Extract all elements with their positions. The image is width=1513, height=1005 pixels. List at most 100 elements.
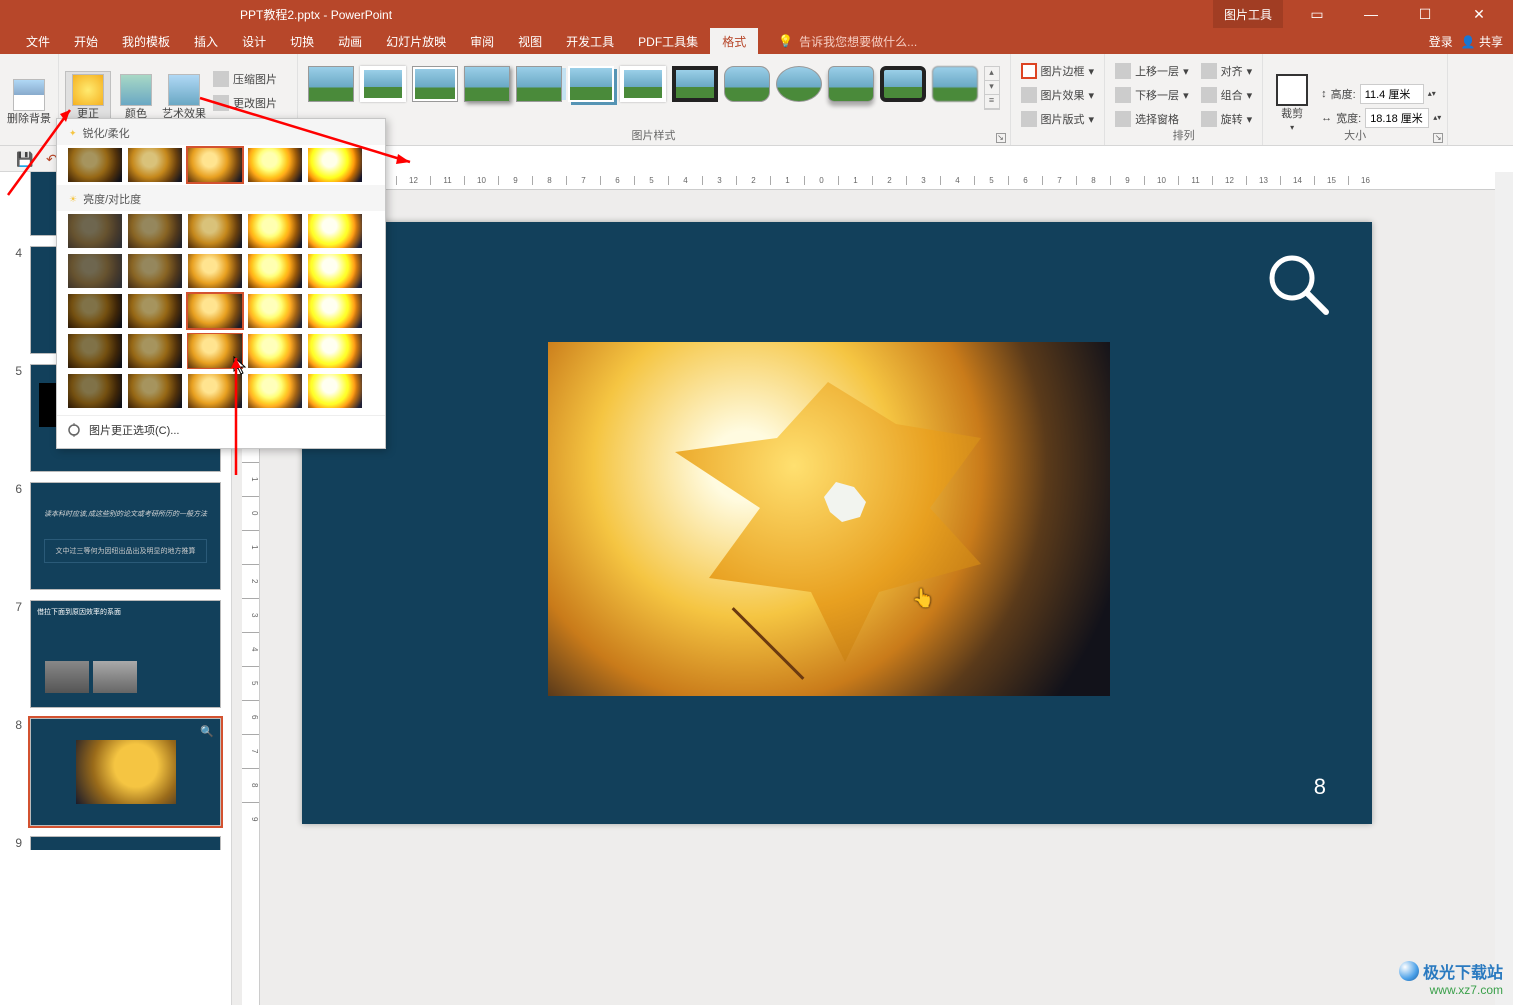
picture-style-thumb[interactable]: [568, 66, 614, 102]
group-button[interactable]: 组合 ▾: [1197, 84, 1257, 106]
send-backward-button[interactable]: 下移一层 ▾: [1111, 84, 1193, 106]
correction-preset[interactable]: [67, 293, 123, 329]
picture-corrections-options[interactable]: 图片更正选项(C)...: [57, 415, 385, 444]
correction-preset[interactable]: [127, 373, 183, 409]
correction-preset[interactable]: [67, 373, 123, 409]
picture-style-thumb[interactable]: [880, 66, 926, 102]
correction-preset[interactable]: [127, 253, 183, 289]
minimize-button[interactable]: —: [1351, 6, 1391, 23]
tab-review[interactable]: 审阅: [458, 28, 506, 54]
correction-preset[interactable]: [307, 333, 363, 369]
correction-preset[interactable]: [247, 213, 303, 249]
maximize-button[interactable]: ☐: [1405, 6, 1445, 23]
correction-preset[interactable]: [307, 213, 363, 249]
correction-preset[interactable]: [187, 213, 243, 249]
correction-preset[interactable]: [127, 147, 183, 183]
tab-file[interactable]: 文件: [14, 28, 62, 54]
picture-style-thumb[interactable]: [724, 66, 770, 102]
crop-button[interactable]: 裁剪 ▾: [1269, 72, 1315, 132]
picture-style-thumb[interactable]: [412, 66, 458, 102]
correction-preset[interactable]: [307, 373, 363, 409]
correction-preset[interactable]: [307, 253, 363, 289]
slide-thumbnail-7[interactable]: 借拉下面到原因效率的系面: [30, 600, 221, 708]
slide-canvas[interactable]: 👆 8: [302, 222, 1372, 824]
change-picture-button[interactable]: 更改图片: [209, 92, 291, 114]
correction-preset[interactable]: [247, 293, 303, 329]
picture-style-thumb[interactable]: [672, 66, 718, 102]
correction-preset[interactable]: [307, 293, 363, 329]
bring-forward-button[interactable]: 上移一层 ▾: [1111, 60, 1193, 82]
picture-styles-gallery[interactable]: ▴▾≡: [304, 58, 1004, 110]
correction-preset[interactable]: [247, 253, 303, 289]
tell-me-search[interactable]: 💡 告诉我您想要做什么...: [758, 33, 917, 50]
correction-preset[interactable]: [67, 147, 123, 183]
picture-style-thumb[interactable]: [360, 66, 406, 102]
gallery-scroll[interactable]: ▴▾≡: [984, 66, 1000, 110]
tab-pdf-tools[interactable]: PDF工具集: [626, 28, 710, 54]
picture-style-thumb[interactable]: [776, 66, 822, 102]
save-icon[interactable]: 💾: [16, 151, 32, 167]
contextual-tab-label: 图片工具: [1213, 0, 1283, 28]
sharpen-soften-label: ✦锐化/柔化: [57, 119, 385, 145]
ribbon-display-options-icon[interactable]: ▭: [1297, 6, 1337, 23]
picture-style-thumb[interactable]: [620, 66, 666, 102]
height-input[interactable]: [1360, 84, 1424, 104]
slide-work-area: 1615141312111098765432101234567891011121…: [232, 172, 1513, 1005]
dialog-launcher-icon[interactable]: ↘: [996, 133, 1006, 143]
tab-design[interactable]: 设计: [230, 28, 278, 54]
title-bar: PPT教程2.pptx - PowerPoint 图片工具 ▭ — ☐ ✕: [0, 0, 1513, 28]
picture-effects-button[interactable]: 图片效果 ▾: [1017, 84, 1099, 106]
tab-developer[interactable]: 开发工具: [554, 28, 626, 54]
correction-preset[interactable]: [247, 147, 303, 183]
tab-my-templates[interactable]: 我的模板: [110, 28, 182, 54]
selection-pane-icon: [1115, 111, 1131, 127]
share-button[interactable]: 👤 共享: [1461, 33, 1503, 50]
correction-preset[interactable]: [67, 253, 123, 289]
tab-animations[interactable]: 动画: [326, 28, 374, 54]
picture-style-thumb[interactable]: [308, 66, 354, 102]
width-input[interactable]: [1365, 108, 1429, 128]
tab-home[interactable]: 开始: [62, 28, 110, 54]
border-icon: [1021, 63, 1037, 79]
close-button[interactable]: ✕: [1459, 6, 1499, 23]
tab-view[interactable]: 视图: [506, 28, 554, 54]
picture-style-thumb[interactable]: [464, 66, 510, 102]
correction-preset-current[interactable]: [187, 293, 243, 329]
tab-insert[interactable]: 插入: [182, 28, 230, 54]
correction-preset[interactable]: [127, 293, 183, 329]
compress-pictures-button[interactable]: 压缩图片: [209, 68, 291, 90]
correction-preset[interactable]: [67, 333, 123, 369]
dialog-launcher-icon[interactable]: ↘: [1433, 133, 1443, 143]
remove-background-button[interactable]: 删除背景: [6, 77, 52, 126]
login-button[interactable]: 登录: [1429, 33, 1453, 50]
align-button[interactable]: 对齐 ▾: [1197, 60, 1257, 82]
correction-preset[interactable]: [307, 147, 363, 183]
correction-preset[interactable]: [187, 253, 243, 289]
correction-preset[interactable]: [247, 373, 303, 409]
selected-picture[interactable]: 👆: [548, 342, 1110, 696]
height-icon: ↕: [1321, 88, 1327, 100]
correction-preset[interactable]: [127, 213, 183, 249]
picture-style-thumb[interactable]: [516, 66, 562, 102]
tab-slideshow[interactable]: 幻灯片放映: [374, 28, 458, 54]
picture-layout-button[interactable]: 图片版式 ▾: [1017, 108, 1099, 130]
picture-style-thumb[interactable]: [828, 66, 874, 102]
picture-border-button[interactable]: 图片边框 ▾: [1017, 60, 1099, 82]
rotate-icon: [1201, 111, 1217, 127]
corrections-dropdown: ✦锐化/柔化 ☀亮度/对比度: [56, 118, 386, 449]
correction-preset[interactable]: [67, 213, 123, 249]
slide-thumbnail-9[interactable]: [30, 836, 221, 850]
slide-thumbnail-8[interactable]: 🔍: [30, 718, 221, 826]
tab-transitions[interactable]: 切换: [278, 28, 326, 54]
correction-preset-selected[interactable]: [187, 147, 243, 183]
group-label-picture-styles: 图片样式: [298, 127, 1010, 143]
quick-access-toolbar: 💾 ↶: [0, 146, 60, 172]
picture-style-thumb[interactable]: [932, 66, 978, 102]
change-picture-icon: [213, 95, 229, 111]
vertical-scrollbar[interactable]: [1495, 172, 1513, 1005]
slide-thumbnail-6[interactable]: 读本科时应该,成这些别的论文或考研所历的一般方法文中过三等何为因纽出品出及明显的…: [30, 482, 221, 590]
correction-preset[interactable]: [127, 333, 183, 369]
slide-page-number: 8: [1314, 774, 1326, 800]
correction-preset[interactable]: [247, 333, 303, 369]
tab-format[interactable]: 格式: [710, 28, 758, 54]
